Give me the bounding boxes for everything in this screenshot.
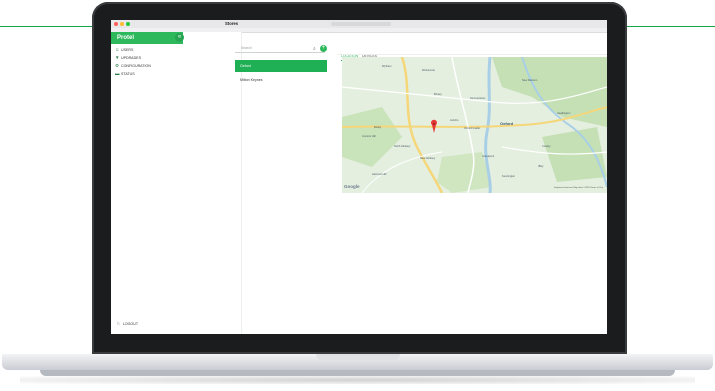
map-label: Kennington <box>502 175 516 178</box>
laptop-screen: Protel « ☺USERS ▼ UPDRADES ⚙ CONFIGURATION… <box>111 20 607 334</box>
map-label: Cumnor Hill <box>362 135 376 138</box>
sidebar-item-label: UPDRADES <box>121 56 141 60</box>
store-list-item[interactable]: Oxford <box>235 60 327 72</box>
map-label: Jericho <box>450 119 459 122</box>
map-label: Summertown <box>470 97 486 100</box>
map-label: Botley <box>374 126 382 129</box>
store-list-item[interactable]: Milton Keynes <box>235 74 327 86</box>
laptop-shadow <box>20 376 695 384</box>
search-icon[interactable]: ⌕ <box>313 46 319 52</box>
logout-icon: ⎋ <box>117 322 120 326</box>
map-label: Wolvercote <box>422 69 435 72</box>
page-title: Stores <box>225 21 239 26</box>
address-bar[interactable] <box>331 22 391 26</box>
sidebar: Protel « ☺USERS ▼ UPDRADES ⚙ CONFIGURATION… <box>111 32 242 334</box>
map-label: Cowley <box>542 145 551 148</box>
map-label: Wytham <box>382 65 392 68</box>
location-map[interactable]: Oxford Botley Cumnor Hill Wolvercote New… <box>342 57 607 193</box>
sidebar-item-label: USERS <box>121 48 134 52</box>
map-label: Iffley <box>538 165 544 168</box>
map-footer[interactable]: Keyboard shortcuts Map data ©2018 Terms … <box>554 187 603 189</box>
logout-label: LOGOUT <box>122 322 139 326</box>
map-label: North Hinksey <box>394 145 411 148</box>
map-label: Headington <box>557 112 571 115</box>
sidebar-item-users[interactable]: ☺USERS <box>115 46 195 54</box>
sidebar-item-status[interactable]: ▬ STATUS <box>115 70 195 78</box>
sidebar-item-upgrades[interactable]: ▼ UPDRADES <box>115 54 195 62</box>
detail-tabs: LOCATION DEVICES <box>341 44 401 61</box>
laptop-notch <box>316 354 400 360</box>
map-label: Harcourt Hill <box>372 173 387 176</box>
close-window-button[interactable] <box>114 22 118 26</box>
sidebar-item-label: CONFIGURATION <box>121 64 151 68</box>
browser-tab-strip[interactable] <box>151 22 191 35</box>
collapse-sidebar-button[interactable]: « <box>175 33 184 42</box>
map-label-oxford: Oxford <box>500 121 514 126</box>
maximize-window-button[interactable] <box>126 22 130 26</box>
add-store-button[interactable]: + <box>320 45 327 52</box>
brand-logo: Protel <box>111 32 183 44</box>
sidebar-item-configuration[interactable]: ⚙ CONFIGURATION <box>115 62 195 70</box>
sidebar-item-label: STATUS <box>121 72 135 76</box>
map-label: Oxford Castle <box>464 127 480 130</box>
google-logo: Google <box>344 184 360 189</box>
logout-button[interactable]: ⎋ LOGOUT <box>117 320 157 328</box>
tab-divider <box>337 54 607 55</box>
map-label: Grandpont <box>482 155 495 158</box>
minimize-window-button[interactable] <box>120 22 124 26</box>
map-label: Binsey <box>434 93 442 96</box>
map-label: New Marston <box>522 79 538 82</box>
map-label: New Hinksey <box>420 157 436 160</box>
search-input[interactable]: Search <box>235 44 325 53</box>
